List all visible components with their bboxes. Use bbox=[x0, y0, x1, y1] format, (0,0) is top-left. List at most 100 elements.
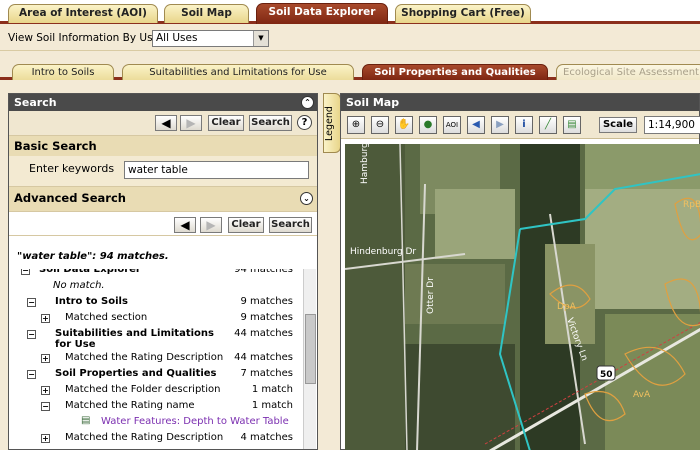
tab-area-of-interest[interactable]: Area of Interest (AOI) bbox=[8, 4, 158, 23]
result-count: 1 match bbox=[251, 384, 293, 395]
result-count: 44 matches bbox=[234, 352, 293, 363]
result-label[interactable]: Water Features: Depth to Water Table bbox=[101, 416, 289, 427]
scale-input[interactable]: 1:14,900 bbox=[644, 116, 700, 134]
map-canvas[interactable]: Hindenburg Dr Otter Dr Victory Ln DpA Av… bbox=[345, 144, 700, 450]
result-label: Matched section bbox=[65, 312, 148, 323]
results-scrollbar[interactable] bbox=[303, 269, 316, 449]
search-panel-title: Search bbox=[14, 96, 57, 109]
keywords-label: Enter keywords bbox=[29, 162, 115, 175]
result-label: Matched the Rating Description bbox=[65, 432, 224, 443]
result-row: + Matched section 9 matches bbox=[13, 311, 303, 326]
expand-plus-icon[interactable]: + bbox=[41, 314, 50, 323]
measure-ruler-icon[interactable]: ╱ bbox=[539, 116, 557, 134]
back-arrow-icon[interactable]: ◀ bbox=[155, 115, 177, 131]
clear-button[interactable]: Clear bbox=[228, 217, 264, 233]
result-count: 94 matches bbox=[234, 269, 293, 275]
map-street-label: Otter Dr bbox=[426, 277, 436, 314]
help-icon[interactable]: ? bbox=[297, 115, 312, 130]
result-count: 9 matches bbox=[240, 312, 293, 323]
map-field bbox=[405, 264, 505, 324]
map-forest bbox=[405, 344, 515, 450]
result-label: No match. bbox=[53, 280, 105, 291]
tab-suitabilities-limitations[interactable]: Suitabilities and Limitations for Use bbox=[122, 64, 354, 80]
expand-plus-icon[interactable]: + bbox=[41, 434, 50, 443]
result-row: No match. bbox=[13, 279, 303, 294]
result-label: Matched the Folder description bbox=[65, 384, 221, 395]
collapse-minus-icon[interactable]: − bbox=[41, 402, 50, 411]
zoom-in-icon[interactable]: ⊕ bbox=[347, 116, 365, 134]
expand-plus-icon[interactable]: + bbox=[41, 354, 50, 363]
map-soil-label: DpA bbox=[557, 302, 577, 312]
legend-tab[interactable]: Legend bbox=[323, 93, 341, 153]
basic-search-heading: Basic Search bbox=[9, 136, 317, 156]
search-panel-header: Search ⌃ bbox=[9, 94, 317, 111]
forward-arrow-icon[interactable]: ▶ bbox=[180, 115, 202, 131]
tab-shopping-cart[interactable]: Shopping Cart (Free) bbox=[395, 4, 531, 23]
keywords-row: Enter keywords water table bbox=[9, 156, 317, 186]
result-row: + Matched the Rating Description 4 matches bbox=[13, 431, 303, 446]
map-toolbar: ⊕ ⊖ ✋ ● AOI ◀ ▶ i ╱ ▤ Scale 1:14,900 bbox=[341, 111, 700, 139]
search-toolbar-top: ◀ ▶ Clear Search ? bbox=[9, 111, 317, 136]
collapse-minus-icon[interactable]: − bbox=[27, 298, 36, 307]
result-label: Soil Data Explorer bbox=[39, 269, 141, 275]
pan-hand-icon[interactable]: ✋ bbox=[395, 116, 413, 134]
zoom-out-icon[interactable]: ⊖ bbox=[371, 116, 389, 134]
collapse-up-icon[interactable]: ⌃ bbox=[301, 96, 314, 109]
result-count: 4 matches bbox=[240, 432, 293, 443]
tab-soil-data-explorer[interactable]: Soil Data Explorer bbox=[256, 3, 388, 24]
result-count: 1 match bbox=[251, 400, 293, 411]
search-button[interactable]: Search bbox=[269, 217, 312, 233]
result-label: Intro to Soils bbox=[55, 296, 128, 307]
expand-plus-icon[interactable]: + bbox=[41, 386, 50, 395]
chevron-down-icon[interactable]: ▼ bbox=[253, 31, 268, 46]
view-by-use-select[interactable]: All Uses ▼ bbox=[152, 30, 269, 47]
search-button[interactable]: Search bbox=[249, 115, 292, 131]
advanced-search-heading[interactable]: Advanced Search ⌄ bbox=[9, 186, 317, 211]
collapse-minus-icon[interactable]: − bbox=[27, 370, 36, 379]
view-by-use-value: All Uses bbox=[156, 32, 198, 44]
clear-button[interactable]: Clear bbox=[208, 115, 244, 131]
next-extent-icon[interactable]: ▶ bbox=[491, 116, 509, 134]
previous-extent-icon[interactable]: ◀ bbox=[467, 116, 485, 134]
zoom-to-aoi-icon[interactable]: AOI bbox=[443, 116, 461, 134]
back-arrow-icon[interactable]: ◀ bbox=[174, 217, 196, 233]
result-row: − Matched the Rating name 1 match bbox=[13, 399, 303, 414]
tab-soil-map[interactable]: Soil Map bbox=[164, 4, 249, 23]
map-street-label: Hindenburg Dr bbox=[350, 247, 416, 257]
scale-button[interactable]: Scale bbox=[599, 117, 637, 133]
result-count: 9 matches bbox=[240, 296, 293, 307]
result-link[interactable]: ▤ Water Features: Depth to Water Table bbox=[13, 415, 303, 430]
map-field bbox=[345, 144, 405, 450]
result-row: − Suitabilities and Limitations for Use 44… bbox=[13, 327, 303, 350]
result-row: − Intro to Soils 9 matches bbox=[13, 295, 303, 310]
search-panel: Search ⌃ ◀ ▶ Clear Search ? Basic Search… bbox=[8, 93, 318, 450]
tab-intro-to-soils[interactable]: Intro to Soils bbox=[12, 64, 114, 80]
print-map-icon[interactable]: ▤ bbox=[563, 116, 581, 134]
tab-ecological-site-assessment[interactable]: Ecological Site Assessment bbox=[556, 64, 700, 80]
view-by-use-label: View Soil Information By Use: bbox=[8, 32, 163, 44]
full-extent-globe-icon[interactable]: ● bbox=[419, 116, 437, 134]
tab-soil-properties-qualities[interactable]: Soil Properties and Qualities bbox=[362, 64, 548, 80]
result-count: 7 matches bbox=[240, 368, 293, 379]
result-label: Soil Properties and Qualities bbox=[55, 368, 217, 379]
map-field bbox=[435, 189, 515, 259]
collapse-minus-icon[interactable]: − bbox=[21, 269, 30, 275]
aerial-map-image: Hindenburg Dr Otter Dr Victory Ln DpA Av… bbox=[345, 144, 700, 450]
forward-arrow-icon[interactable]: ▶ bbox=[200, 217, 222, 233]
result-row: − Soil Properties and Qualities 7 matches bbox=[13, 367, 303, 382]
keywords-input[interactable]: water table bbox=[124, 161, 309, 179]
result-label: Matched the Rating Description bbox=[65, 352, 224, 363]
expand-down-icon[interactable]: ⌄ bbox=[300, 192, 313, 205]
sub-tab-bar: Intro to Soils Suitabilities and Limitat… bbox=[0, 60, 700, 80]
map-street-label: Hamburg Dr bbox=[360, 144, 370, 184]
collapse-minus-icon[interactable]: − bbox=[27, 330, 36, 339]
map-soil-label: RpB bbox=[683, 200, 700, 210]
result-label: Suitabilities and Limitations for Use bbox=[55, 328, 214, 350]
result-row: + Matched the Rating Description 44 matche… bbox=[13, 351, 303, 366]
top-tab-bar: Area of Interest (AOI) Soil Map Soil Dat… bbox=[0, 0, 700, 24]
scrollbar-thumb[interactable] bbox=[305, 314, 316, 384]
result-label: Matched the Rating name bbox=[65, 400, 195, 411]
map-field bbox=[605, 314, 700, 450]
info-icon[interactable]: i bbox=[515, 116, 533, 134]
result-count: 44 matches bbox=[234, 328, 293, 339]
